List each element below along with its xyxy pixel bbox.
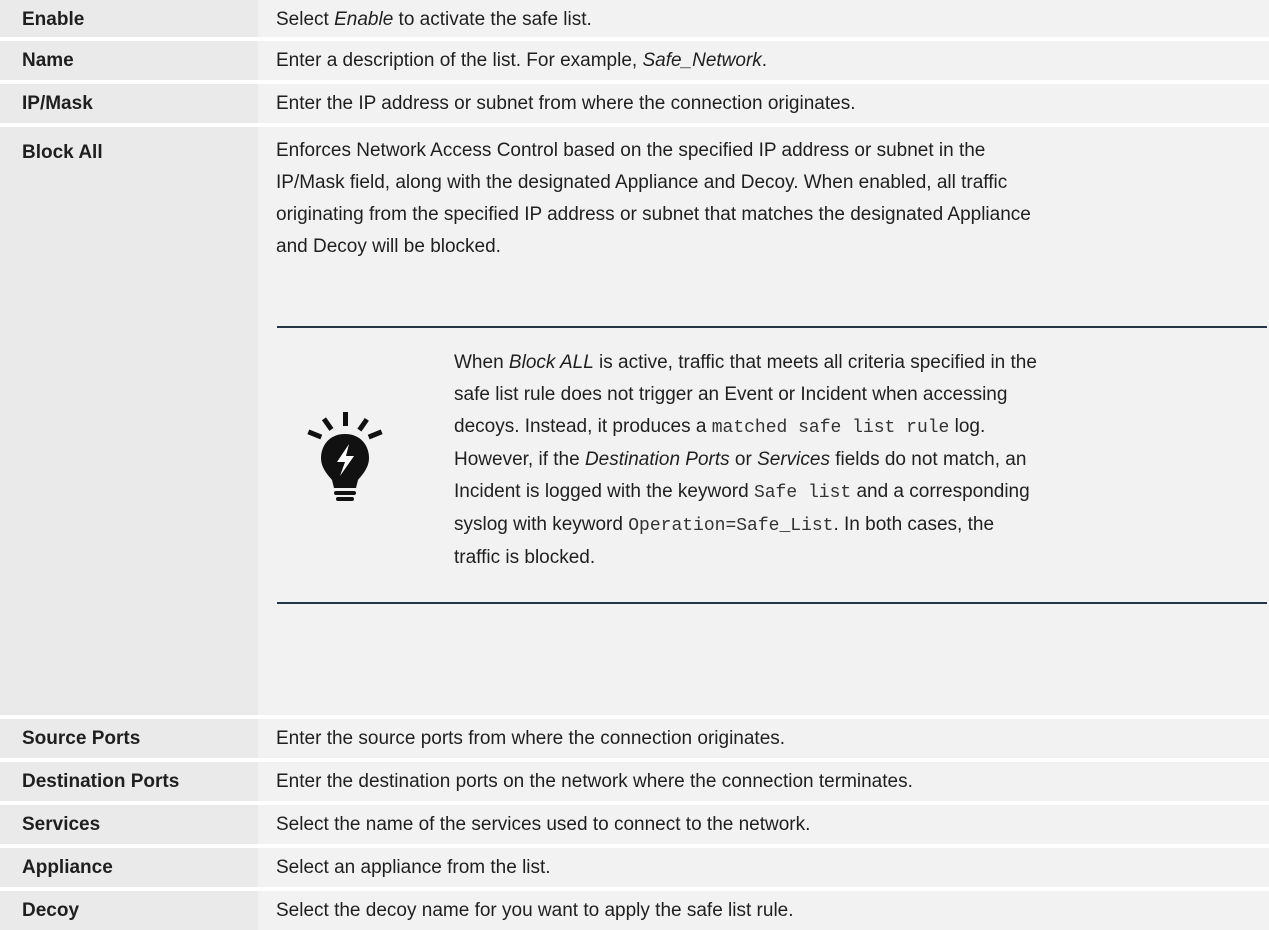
note-text-part: fields do not match, an xyxy=(829,449,1027,470)
note-text-part: Incident is logged with the keyword xyxy=(454,481,754,502)
field-description: Enter a description of the list. For exa… xyxy=(258,41,1269,80)
note-text-part: When xyxy=(454,352,509,373)
field-description: Enter the source ports from where the co… xyxy=(258,719,1269,758)
field-label: Enable xyxy=(0,0,258,37)
tip-note: When Block ALL is active, traffic that m… xyxy=(277,326,1267,604)
note-text-part: syslog with keyword xyxy=(454,514,629,535)
note-text: When Block ALL is active, traffic that m… xyxy=(454,347,1234,574)
field-description: Select an appliance from the list. xyxy=(258,848,1269,887)
field-label: Decoy xyxy=(0,891,258,930)
description-line: and Decoy will be blocked. xyxy=(276,236,501,257)
note-emphasis: Block ALL xyxy=(508,352,594,373)
description-text: Select xyxy=(276,8,335,30)
description-line: Enforces Network Access Control based on… xyxy=(276,140,986,161)
note-line: decoys. Instead, it produces a matched s… xyxy=(454,411,1234,444)
field-label: Source Ports xyxy=(0,719,258,758)
description-text: . xyxy=(761,49,768,71)
table-row: Decoy Select the decoy name for you want… xyxy=(0,887,1269,930)
description-emphasis: Safe_Network xyxy=(642,49,762,71)
table-row: Enable Select Enable to activate the saf… xyxy=(0,0,1269,37)
field-description: Enter the destination ports on the netwo… xyxy=(258,762,1269,801)
note-line: When Block ALL is active, traffic that m… xyxy=(454,347,1234,379)
field-description: Select the decoy name for you want to ap… xyxy=(258,891,1269,930)
field-label: Name xyxy=(0,41,258,80)
table-row: Name Enter a description of the list. Fo… xyxy=(0,37,1269,80)
note-line: syslog with keyword Operation=Safe_List.… xyxy=(454,509,1234,542)
note-text-part: and a corresponding xyxy=(851,481,1030,502)
note-text-part: or xyxy=(729,449,758,470)
description-line: IP/Mask field, along with the designated… xyxy=(276,172,1008,193)
field-description: Select the name of the services used to … xyxy=(258,805,1269,844)
table-row: Destination Ports Enter the destination … xyxy=(0,758,1269,801)
note-line: However, if the Destination Ports or Ser… xyxy=(454,444,1234,476)
note-emphasis: Services xyxy=(757,449,830,470)
description-line: originating from the specified IP addres… xyxy=(276,204,1031,225)
note-text-part: . In both cases, the xyxy=(833,514,995,535)
note-text-part: log. xyxy=(949,416,986,437)
table-row: IP/Mask Enter the IP address or subnet f… xyxy=(0,80,1269,123)
note-code: matched safe list rule xyxy=(711,418,950,438)
lightbulb-icon xyxy=(305,408,385,508)
note-line: traffic is blocked. xyxy=(454,547,596,568)
description-text: to activate the safe list. xyxy=(393,8,592,30)
field-label: Appliance xyxy=(0,848,258,887)
note-text-part: is active, traffic that meets all criter… xyxy=(593,352,1037,373)
field-description: Select Enable to activate the safe list. xyxy=(258,0,1269,37)
field-label: IP/Mask xyxy=(0,84,258,123)
note-emphasis: Destination Ports xyxy=(584,449,730,470)
field-description: Enter the IP address or subnet from wher… xyxy=(258,84,1269,123)
note-text-part: However, if the xyxy=(454,449,585,470)
note-text-part: decoys. Instead, it produces a xyxy=(454,416,712,437)
description-text: Enter a description of the list. For exa… xyxy=(276,49,643,71)
field-label: Block All xyxy=(0,127,258,715)
table-row: Source Ports Enter the source ports from… xyxy=(0,715,1269,758)
field-label: Services xyxy=(0,805,258,844)
description-emphasis: Enable xyxy=(334,8,394,30)
table-row: Appliance Select an appliance from the l… xyxy=(0,844,1269,887)
note-line: safe list rule does not trigger an Event… xyxy=(454,384,1008,405)
note-code: Safe list xyxy=(753,483,852,503)
field-label: Destination Ports xyxy=(0,762,258,801)
note-line: Incident is logged with the keyword Safe… xyxy=(454,476,1234,509)
note-code: Operation=Safe_List xyxy=(628,516,834,536)
table-row: Services Select the name of the services… xyxy=(0,801,1269,844)
